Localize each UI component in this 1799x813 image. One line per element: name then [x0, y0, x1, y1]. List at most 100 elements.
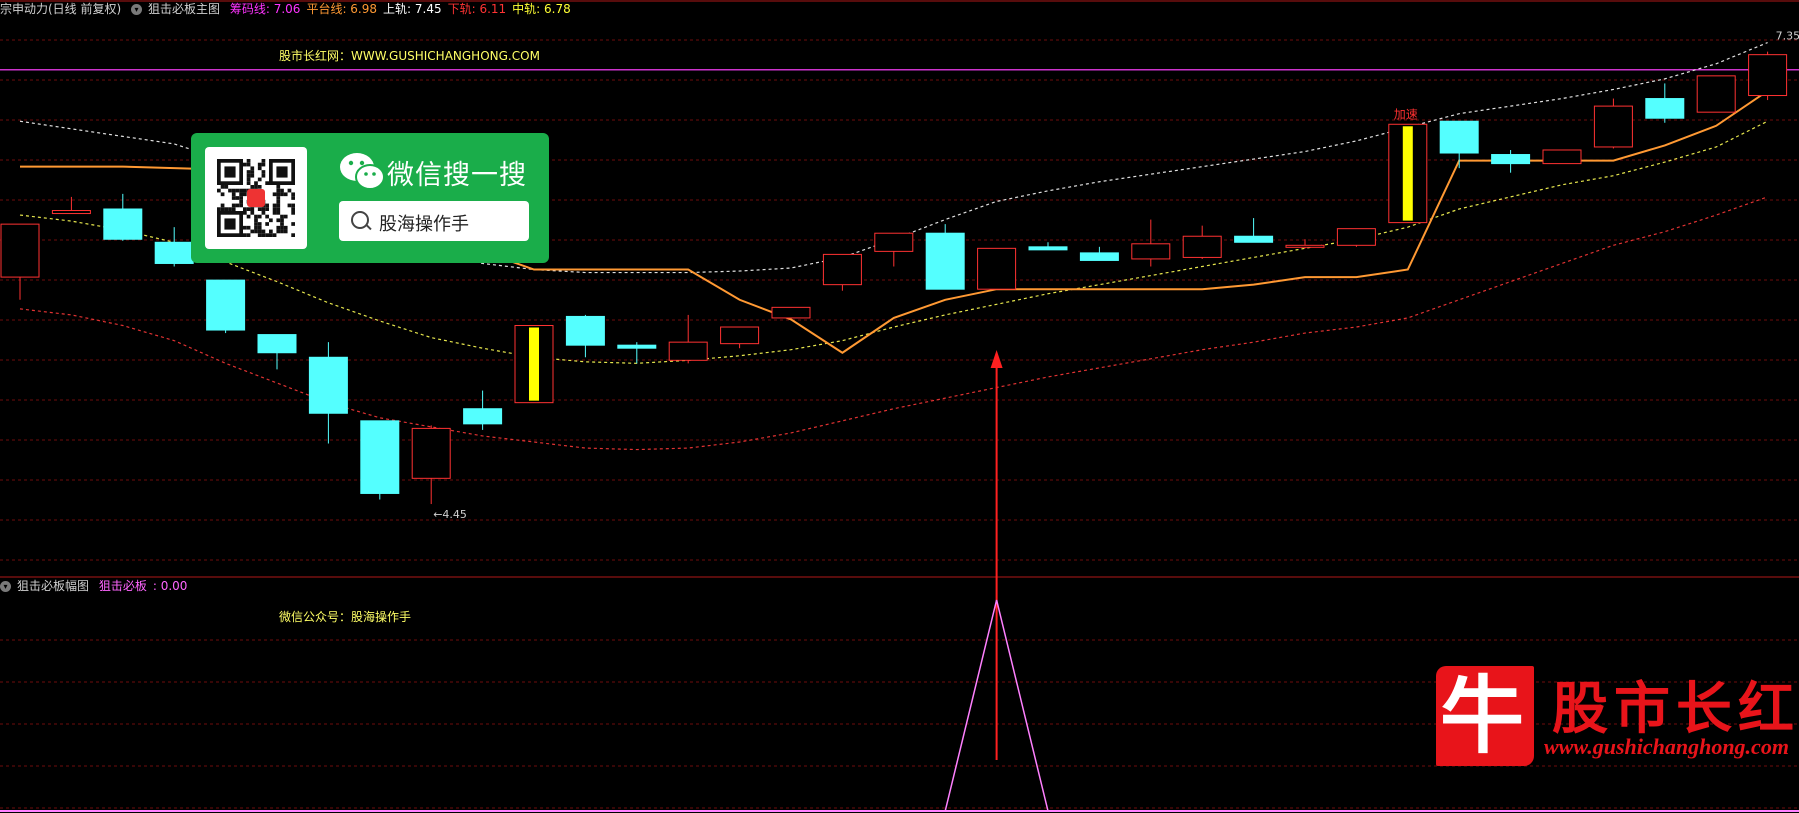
qr-module [265, 181, 269, 185]
qr-module [246, 207, 251, 211]
qr-module [246, 170, 251, 174]
qr-module [269, 218, 273, 223]
qr-module [272, 211, 277, 215]
qr-center-logo [247, 189, 265, 207]
qr-module [276, 218, 281, 223]
qr-module [291, 233, 295, 237]
qr-module [250, 185, 255, 189]
watermark-top: 股市长红网：WWW.GUSHICHANGHONG.COM [279, 49, 540, 63]
qr-module [246, 173, 251, 178]
qr-module [220, 185, 225, 189]
main-chart-header: 宗申动力(日线 前复权) ▾ 狙击必板主图 筹码线: 7.06 平台线: 6.98 上… [0, 0, 583, 18]
qr-module [250, 166, 255, 171]
qr-module [272, 207, 277, 211]
indicator-value-1: 平台线: 6.98 [306, 2, 378, 16]
candle-body-up [51, 210, 91, 215]
qr-module [254, 218, 258, 223]
qr-module [283, 229, 288, 234]
qr-code-icon [205, 147, 307, 249]
qr-module [265, 233, 269, 237]
qr-module [291, 196, 295, 200]
indicator-value-4: 中轨: 6.78 [512, 2, 571, 16]
qr-module [261, 173, 266, 178]
dropdown-caret-icon[interactable]: ▾ [0, 581, 11, 592]
candle-body-up [1182, 235, 1222, 258]
sub-indicator-name[interactable]: 狙击必板幅图 [17, 579, 89, 593]
qr-module [250, 170, 255, 174]
qr-module [250, 207, 255, 211]
qr-module [291, 222, 295, 226]
candle-body-up [0, 223, 40, 278]
qr-module [246, 181, 251, 185]
wechat-ad-card: 微信搜一搜 股海操作手 [191, 133, 549, 263]
sub-value-text: 0.00 [160, 579, 188, 593]
brand-logo: 牛 股市长红 www.gushichanghong.com [1436, 662, 1799, 772]
watermark-sub: 微信公众号：股海操作手 [279, 610, 412, 624]
candle-body-down [1645, 98, 1685, 119]
qr-module [291, 211, 295, 215]
candle-body-down [1028, 246, 1068, 251]
qr-module [239, 192, 243, 197]
qr-module [228, 188, 232, 193]
dropdown-caret-icon[interactable]: ▾ [131, 4, 143, 15]
qr-module [231, 188, 236, 193]
qr-module [265, 222, 269, 226]
candle-body-up [1748, 54, 1788, 97]
qr-module [217, 188, 221, 193]
qr-module [243, 233, 247, 237]
sub-label-text: 狙击必板 [98, 579, 147, 593]
qr-module [231, 192, 236, 197]
indicator-value-0: 筹码线: 7.06 [229, 2, 301, 16]
candle-body-down [206, 279, 246, 331]
indicator-values: 筹码线: 7.06 平台线: 6.98 上轨: 7.45 下轨: 6.11 中轨: 6.… [230, 2, 577, 16]
sub-indicator-label: 狙击必板: 0.00 [98, 579, 188, 593]
qr-module [291, 192, 295, 197]
signal-arrow-head [990, 350, 1003, 368]
qr-module [269, 233, 273, 237]
qr-module [272, 203, 277, 208]
qr-module [239, 188, 243, 193]
qr-module [280, 222, 284, 226]
qr-module [261, 170, 266, 174]
qr-module [261, 159, 266, 163]
qr-module [283, 214, 288, 219]
wechat-icon [340, 153, 385, 190]
qr-module [254, 229, 258, 234]
candle-body-down [154, 241, 194, 264]
qr-module [243, 211, 247, 215]
qr-module [257, 207, 262, 211]
qr-module [280, 225, 284, 230]
qr-module [220, 203, 225, 208]
qr-module [287, 188, 292, 193]
qr-module [254, 214, 258, 219]
low-price-label: ←4.45 [433, 508, 467, 521]
qr-module [257, 229, 262, 234]
candle-body-down [1234, 235, 1274, 243]
wechat-search-box: 股海操作手 [339, 201, 529, 241]
qr-module [246, 225, 251, 230]
qr-module [254, 185, 258, 189]
qr-module [235, 203, 240, 208]
indicator-name[interactable]: 狙击必板主图 [148, 2, 220, 16]
qr-module [235, 188, 240, 193]
qr-module [276, 192, 281, 197]
candle-body-down [925, 232, 965, 290]
qr-finder-center [276, 166, 288, 178]
qr-module [291, 207, 295, 211]
accelerate-label: 加速 [1394, 107, 1418, 121]
qr-module [283, 225, 288, 230]
candle-body-down [1079, 252, 1119, 261]
candle-body-up [1131, 243, 1171, 260]
candle-body-down [360, 420, 400, 494]
qr-module [254, 222, 258, 226]
qr-module [276, 203, 281, 208]
candle-body-up [977, 247, 1017, 290]
candle-body-up [1542, 149, 1582, 165]
qr-module [276, 188, 281, 193]
wechat-search-text: 股海操作手 [379, 214, 469, 235]
qr-module [283, 192, 288, 197]
qr-module [220, 207, 225, 211]
qr-module [261, 229, 266, 234]
qr-module [257, 214, 262, 219]
candle-body-up [1593, 105, 1633, 148]
